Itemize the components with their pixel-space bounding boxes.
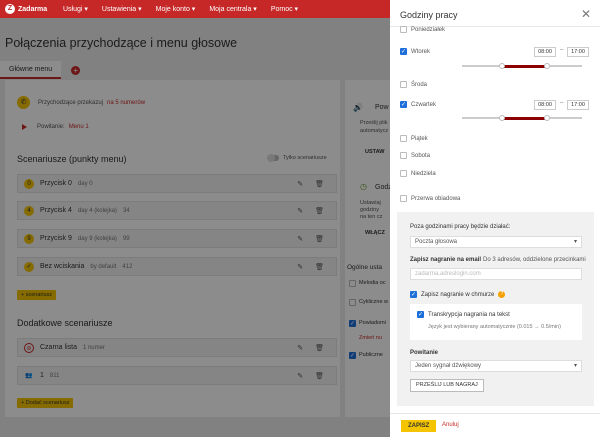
day-monday[interactable]: Poniedziałek	[400, 26, 445, 33]
checkbox[interactable]	[400, 195, 407, 202]
chevron-down-icon: ▾	[573, 363, 577, 369]
cancel-link[interactable]: Anuluj	[442, 422, 459, 428]
checkbox[interactable]	[400, 81, 407, 88]
greeting-label: Powitanie	[410, 350, 439, 356]
time-separator: –	[560, 47, 564, 53]
day-label: Czwartek	[411, 101, 437, 108]
hours-slider[interactable]	[462, 115, 582, 121]
day-label: Poniedziałek	[411, 26, 446, 33]
nav-help[interactable]: Pomoc ▾	[271, 5, 298, 13]
transcription-hint: Język jest wybierany automatycznie (0.01…	[428, 324, 561, 330]
slider-fill	[501, 64, 547, 68]
day-tuesday[interactable]: ✓ Wtorek	[400, 48, 430, 55]
nav-services[interactable]: Usługi ▾	[63, 5, 88, 13]
transcription-label: Transkrypcja nagrania na tekst	[428, 311, 510, 318]
time-from-input[interactable]: 08:00	[534, 100, 556, 110]
email-label: Zapisz nagranie na email	[410, 257, 482, 263]
lunch-break[interactable]: Przerwa obiadowa	[400, 195, 460, 202]
time-to-input[interactable]: 17:00	[567, 100, 589, 110]
nav-my-account[interactable]: Moje konto ▾	[156, 5, 196, 13]
after-hours-box: Poza godzinami pracy będzie działać: Poc…	[397, 212, 594, 406]
after-hours-select[interactable]: Poczta głosowa ▾	[410, 236, 582, 248]
checkbox[interactable]	[400, 152, 407, 159]
brand-name: Zadarma	[18, 5, 48, 13]
slider-handle-end[interactable]	[543, 63, 550, 69]
checkbox-checked[interactable]: ✓	[400, 48, 407, 55]
day-label: Sobota	[411, 152, 431, 159]
drawer-title: Godziny pracy	[400, 10, 458, 20]
day-wednesday[interactable]: Środa	[400, 81, 427, 88]
checkbox[interactable]	[400, 170, 407, 177]
greeting-value: Jeden sygnał dźwiękowy	[415, 363, 482, 369]
after-hours-label: Poza godzinami pracy będzie działać:	[410, 224, 511, 230]
email-hint: Do 3 adresów, oddzielone przecinkami	[483, 257, 586, 263]
email-label-row: Zapisz nagranie na email Do 3 adresów, o…	[410, 257, 586, 263]
nav-my-pbx[interactable]: Moja centrala ▾	[209, 5, 256, 13]
day-label: Niedziela	[411, 170, 436, 177]
email-field[interactable]: zadarma.adreslogin.com	[410, 268, 582, 280]
day-label: Środa	[411, 81, 428, 88]
save-button[interactable]: ZAPISZ	[401, 420, 437, 432]
help-icon[interactable]: ?	[498, 291, 506, 298]
checkbox-checked[interactable]: ✓	[417, 311, 424, 318]
save-cloud-label: Zapisz nagranie w chmurze	[421, 291, 495, 298]
chevron-down-icon: ▾	[573, 239, 577, 245]
close-icon[interactable]: ✕	[581, 7, 591, 21]
slider-handle-end[interactable]	[543, 115, 550, 121]
drawer-footer: ZAPISZ Anuluj	[390, 413, 600, 437]
upload-record-button[interactable]: PRZEŚLIJ LUB NAGRAJ	[410, 379, 484, 392]
transcription-box: ✓ Transkrypcja nagrania na tekst Język j…	[410, 304, 582, 340]
modal-overlay[interactable]	[0, 18, 390, 437]
day-friday[interactable]: Piątek	[400, 135, 428, 142]
transcription-row[interactable]: ✓ Transkrypcja nagrania na tekst	[417, 311, 510, 318]
logo-icon: Z	[5, 4, 15, 14]
checkbox[interactable]	[400, 26, 407, 33]
day-saturday[interactable]: Sobota	[400, 152, 430, 159]
day-thursday[interactable]: ✓ Czwartek	[400, 101, 436, 108]
nav-settings[interactable]: Ustawienia ▾	[102, 5, 142, 13]
time-to-input[interactable]: 17:00	[567, 47, 589, 57]
day-sunday[interactable]: Niedziela	[400, 170, 436, 177]
day-label: Wtorek	[411, 48, 431, 55]
time-from-input[interactable]: 08:00	[534, 47, 556, 57]
after-hours-value: Poczta głosowa	[415, 239, 458, 245]
time-separator: –	[560, 100, 564, 106]
checkbox[interactable]	[400, 135, 407, 142]
greeting-select[interactable]: Jeden sygnał dźwiękowy ▾	[410, 360, 582, 372]
save-cloud-row[interactable]: ✓ Zapisz nagranie w chmurze ?	[410, 291, 506, 298]
hours-slider[interactable]	[462, 63, 582, 69]
slider-fill	[501, 116, 547, 120]
lunch-break-label: Przerwa obiadowa	[411, 195, 461, 202]
slider-handle-start[interactable]	[498, 63, 505, 69]
brand-logo[interactable]: Z Zadarma	[5, 4, 55, 14]
checkbox-checked[interactable]: ✓	[400, 101, 407, 108]
slider-handle-start[interactable]	[498, 115, 505, 121]
day-label: Piątek	[411, 135, 428, 142]
checkbox-checked[interactable]: ✓	[410, 291, 417, 298]
